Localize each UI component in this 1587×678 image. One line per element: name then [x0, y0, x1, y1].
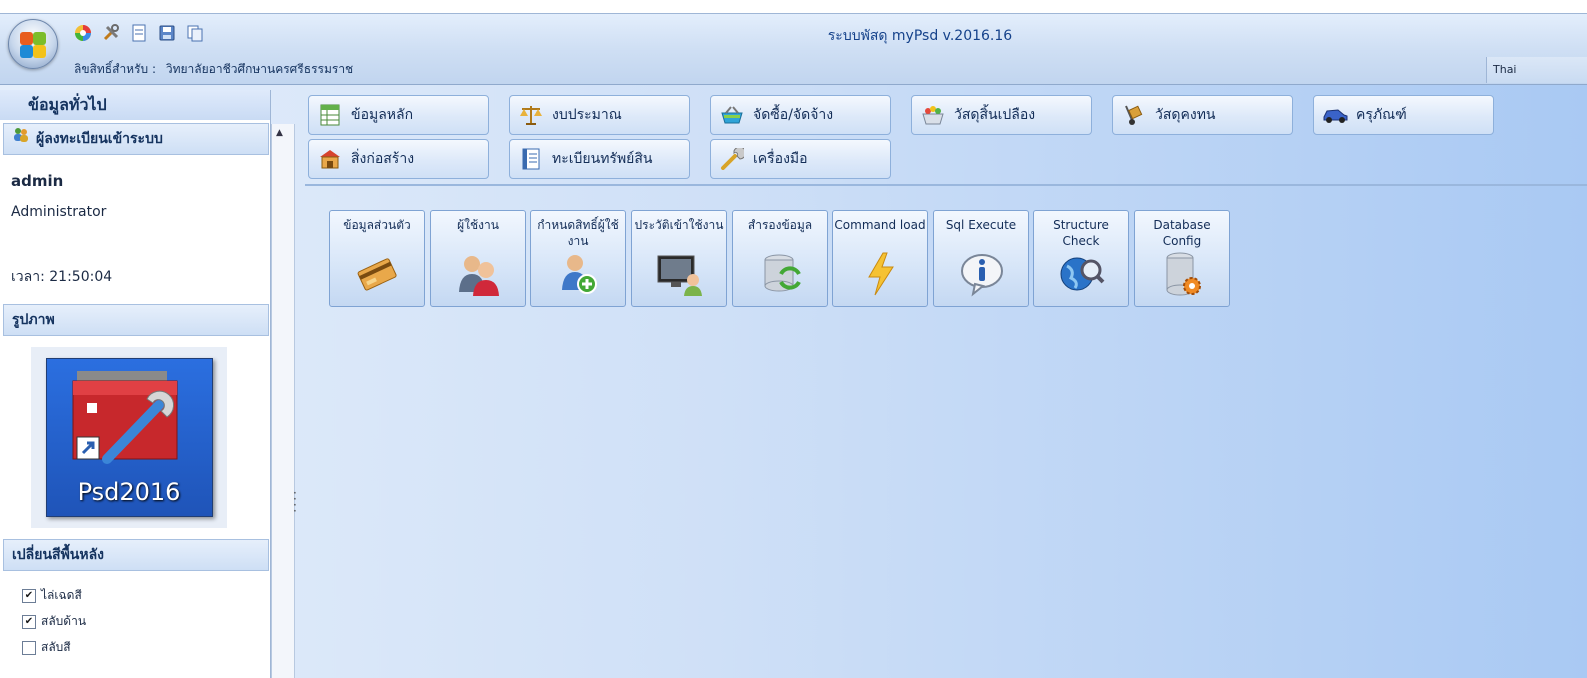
scale-icon: [518, 102, 544, 128]
gradient-checkbox[interactable]: ✔ ไล่เฉดสี: [22, 586, 82, 605]
info-icon: [957, 249, 1007, 299]
left-panel-scrollbar[interactable]: ▲: [271, 124, 295, 678]
login-group-label: ผู้ลงทะเบียนเข้าระบบ: [36, 131, 163, 147]
app-shortcut-tile: Psd2016: [45, 358, 213, 517]
tile-users-label: ผู้ใช้งาน: [457, 218, 499, 232]
flip-side-label: สลับด้าน: [41, 614, 87, 628]
menu-equipment-label: ครุภัณฑ์: [1356, 107, 1407, 123]
tile-command-load-label: Command load: [834, 218, 926, 232]
background-group-header[interactable]: เปลี่ยนสีพื้นหลัง: [3, 539, 269, 571]
tile-users[interactable]: ผู้ใช้งาน: [430, 210, 526, 307]
id-card-icon: [353, 249, 403, 299]
tile-access-history[interactable]: ประวัติเข้าใช้งาน: [631, 210, 727, 307]
car-icon: [1322, 102, 1348, 128]
db-sync-icon: [756, 249, 806, 299]
top-strip: [0, 0, 1587, 13]
tile-backup-label: สำรองข้อมูล: [747, 218, 813, 232]
menu-tools-button[interactable]: เครื่องมือ: [710, 139, 891, 179]
menu-procurement-button[interactable]: จัดซื้อ/จัดจ้าง: [710, 95, 891, 135]
toolbox-icon: [72, 371, 177, 464]
tile-sql-execute[interactable]: Sql Execute: [933, 210, 1029, 307]
building-icon: [317, 146, 343, 172]
menu-equipment-button[interactable]: ครุภัณฑ์: [1313, 95, 1494, 135]
splitter-grip[interactable]: · · · ·: [293, 487, 297, 517]
username-text: admin: [11, 172, 64, 190]
menu-buildings-label: สิ่งก่อสร้าง: [351, 151, 415, 167]
tile-structure-check[interactable]: Structure Check: [1033, 210, 1129, 307]
add-user-icon: [554, 249, 604, 299]
menu-durables-button[interactable]: วัสดุคงทน: [1112, 95, 1293, 135]
users-icon: [454, 249, 504, 299]
supplies-icon: [920, 102, 946, 128]
lightning-icon: [856, 249, 906, 299]
tile-database-config-label: Database Config: [1153, 218, 1211, 248]
menu-consumables-label: วัสดุสิ้นเปลือง: [954, 107, 1036, 123]
menu-consumables-button[interactable]: วัสดุสิ้นเปลือง: [911, 95, 1092, 135]
title-bar: ระบบพัสดุ myPsd v.2016.16 ลิขสิทธิ์สำหรั…: [0, 13, 1587, 85]
menu-budget-button[interactable]: งบประมาณ: [509, 95, 690, 135]
users-icon: [12, 124, 30, 154]
tile-structure-check-label: Structure Check: [1053, 218, 1109, 248]
app-image: Psd2016: [31, 347, 227, 528]
menu-asset-registry-label: ทะเบียนทรัพย์สิน: [552, 151, 653, 167]
wrench-icon: [719, 146, 745, 172]
db-gear-icon: [1158, 249, 1208, 299]
image-group-header[interactable]: รูปภาพ: [3, 304, 269, 336]
license-label: ลิขสิทธิ์สำหรับ :: [74, 62, 157, 76]
ledger-icon: [518, 146, 544, 172]
background-group-label: เปลี่ยนสีพื้นหลัง: [12, 547, 105, 563]
table-icon: [317, 102, 343, 128]
checkbox-checked-icon[interactable]: ✔: [22, 588, 36, 603]
hand-truck-icon: [1121, 102, 1147, 128]
tile-sql-execute-label: Sql Execute: [945, 218, 1017, 232]
tile-access-history-label: ประวัติเข้าใช้งาน: [634, 218, 724, 232]
tile-personal-info[interactable]: ข้อมูลส่วนตัว: [329, 210, 425, 307]
scroll-up-icon[interactable]: ▲: [276, 128, 283, 138]
swap-color-label: สลับสี: [41, 640, 71, 654]
menu-procurement-label: จัดซื้อ/จัดจ้าง: [753, 107, 834, 123]
gradient-label: ไล่เฉดสี: [41, 588, 82, 602]
menu-budget-label: งบประมาณ: [552, 107, 622, 123]
menu-asset-registry-button[interactable]: ทะเบียนทรัพย์สิน: [509, 139, 690, 179]
basket-icon: [719, 102, 745, 128]
checkbox-checked-icon[interactable]: ✔: [22, 614, 36, 629]
left-panel-title: ข้อมูลทั่วไป: [0, 90, 270, 120]
left-panel: ข้อมูลทั่วไป ผู้ลงทะเบียนเข้าระบบ admin …: [0, 90, 271, 678]
tile-database-config[interactable]: Database Config: [1134, 210, 1230, 307]
menu-tools-label: เครื่องมือ: [753, 151, 808, 167]
tile-user-permissions[interactable]: กำหนดสิทธิ์ผู้ใช้งาน: [530, 210, 626, 307]
image-group-label: รูปภาพ: [12, 312, 55, 328]
swap-color-checkbox[interactable]: สลับสี: [22, 638, 71, 657]
monitor-user-icon: [655, 249, 705, 299]
globe-search-icon: [1057, 249, 1107, 299]
clock-text: เวลา: 21:50:04: [11, 269, 113, 285]
window-title: ระบบพัสดุ myPsd v.2016.16: [827, 28, 1013, 44]
menu-buildings-button[interactable]: สิ่งก่อสร้าง: [308, 139, 489, 179]
menu-master-data-button[interactable]: ข้อมูลหลัก: [308, 95, 489, 135]
license-text: ลิขสิทธิ์สำหรับ : วิทยาลัยอาชีวศึกษานครศ…: [74, 60, 359, 79]
tile-personal-info-label: ข้อมูลส่วนตัว: [343, 218, 411, 232]
license-holder: วิทยาลัยอาชีวศึกษานครศรีธรรมราช: [165, 62, 354, 76]
login-group-header[interactable]: ผู้ลงทะเบียนเข้าระบบ: [3, 123, 269, 155]
role-text: Administrator: [11, 204, 107, 220]
tile-command-load[interactable]: Command load: [832, 210, 928, 307]
menu-durables-label: วัสดุคงทน: [1155, 107, 1216, 123]
app-tile-label: Psd2016: [77, 478, 181, 506]
checkbox-unchecked-icon[interactable]: [22, 640, 36, 655]
tile-backup[interactable]: สำรองข้อมูล: [732, 210, 828, 307]
flip-side-checkbox[interactable]: ✔ สลับด้าน: [22, 612, 86, 631]
menu-divider: [305, 184, 1587, 186]
menu-master-data-label: ข้อมูลหลัก: [351, 107, 414, 123]
language-indicator[interactable]: Thai: [1486, 57, 1587, 83]
tile-user-permissions-label: กำหนดสิทธิ์ผู้ใช้งาน: [537, 218, 619, 248]
